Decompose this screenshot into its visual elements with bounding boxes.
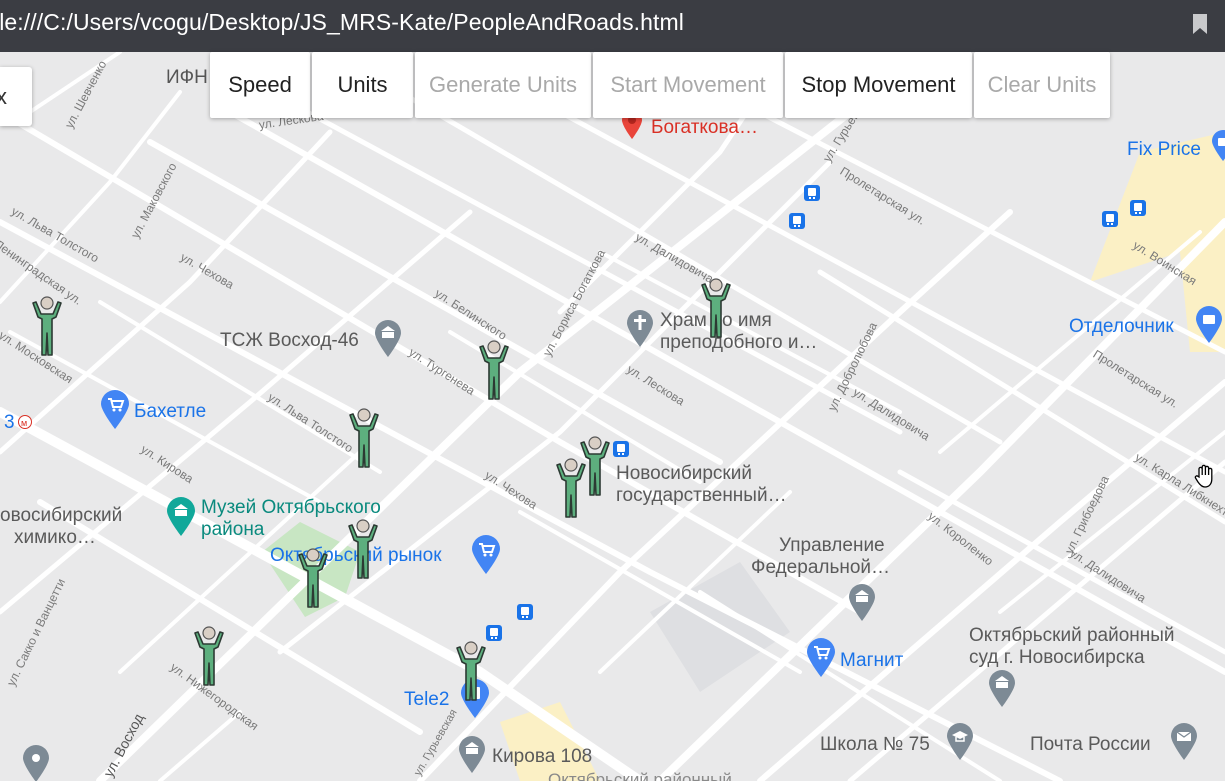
- speed-button[interactable]: Speed: [210, 52, 310, 118]
- shopping-cart-icon[interactable]: [471, 535, 501, 580]
- poi-label: Управление: [779, 535, 885, 556]
- building-icon[interactable]: [458, 736, 486, 779]
- metro-number: 3: [4, 412, 15, 433]
- poi-label: Почта России: [1030, 734, 1151, 755]
- metro-icon[interactable]: м: [18, 415, 32, 434]
- poi-label: района: [201, 519, 265, 540]
- bus-stop-icon[interactable]: [789, 213, 805, 234]
- poi-label: ТСЖ Восход-46: [220, 330, 359, 351]
- stop-movement-button[interactable]: Stop Movement: [785, 52, 972, 118]
- poi-label: Федеральной…: [751, 557, 891, 578]
- bus-stop-icon[interactable]: [1130, 200, 1146, 221]
- museum-icon[interactable]: [166, 497, 196, 542]
- poi-label: Октябрьский районный: [548, 770, 732, 781]
- clear-units-button[interactable]: Clear Units: [974, 52, 1110, 118]
- map-canvas[interactable]: ул. Шевченко ул. Лескова ул. Маковского …: [0, 52, 1225, 781]
- poi-label: Отделочник: [1069, 316, 1174, 337]
- start-movement-button[interactable]: Start Movement: [593, 52, 783, 118]
- shopping-cart-icon[interactable]: [806, 638, 836, 683]
- map-control-partial[interactable]: x: [0, 67, 32, 126]
- browser-address-bar[interactable]: ile:///C:/Users/vcogu/Desktop/JS_MRS-Kat…: [0, 0, 1225, 52]
- units-button[interactable]: Units: [312, 52, 413, 118]
- poi-label: государственный…: [616, 485, 787, 506]
- unit-person-icon[interactable]: [346, 518, 380, 580]
- poi-label: Богаткова…: [651, 117, 758, 138]
- unit-person-icon[interactable]: [30, 295, 64, 357]
- location-pin-icon[interactable]: [22, 745, 50, 781]
- generate-units-button-label: Generate Units: [429, 72, 577, 97]
- poi-label: Октябрьский районный: [969, 625, 1175, 646]
- poi-label: суд г. Новосибирска: [969, 647, 1145, 668]
- svg-text:м: м: [21, 418, 27, 428]
- poi-label: овосибирский: [0, 505, 123, 526]
- shopping-bag-icon[interactable]: [1211, 130, 1225, 167]
- start-movement-button-label: Start Movement: [610, 72, 766, 97]
- poi-label: Fix Price: [1127, 139, 1201, 160]
- poi-label: ИФН: [166, 67, 208, 88]
- poi-label: Бахетле: [134, 401, 207, 422]
- church-icon[interactable]: [626, 310, 654, 353]
- unit-person-icon[interactable]: [477, 339, 511, 401]
- bus-stop-icon[interactable]: [1102, 211, 1118, 232]
- bus-stop-icon[interactable]: [804, 185, 820, 206]
- unit-person-icon[interactable]: [347, 407, 381, 469]
- unit-person-icon[interactable]: [296, 547, 330, 609]
- building-icon[interactable]: [848, 584, 876, 627]
- poi-label: Кирова 108: [492, 746, 593, 767]
- bus-stop-icon[interactable]: [613, 441, 629, 462]
- clear-units-button-label: Clear Units: [987, 72, 1097, 97]
- poi-label: Магнит: [840, 650, 904, 671]
- map-control-label: x: [0, 84, 7, 109]
- generate-units-button[interactable]: Generate Units: [415, 52, 591, 118]
- unit-person-icon[interactable]: [554, 457, 588, 519]
- hand-cursor-icon: [1193, 463, 1219, 494]
- poi-label: Новосибирский: [616, 463, 752, 484]
- building-icon[interactable]: [374, 320, 402, 363]
- bus-stop-icon[interactable]: [486, 625, 502, 646]
- url-text[interactable]: ile:///C:/Users/vcogu/Desktop/JS_MRS-Kat…: [0, 9, 684, 36]
- school-icon[interactable]: [946, 723, 974, 766]
- unit-person-icon[interactable]: [192, 625, 226, 687]
- bookmark-icon[interactable]: [1192, 13, 1208, 40]
- unit-person-icon[interactable]: [699, 277, 733, 339]
- shopping-bag-icon[interactable]: [1195, 306, 1223, 349]
- speed-button-label: Speed: [228, 72, 292, 97]
- poi-label: химико…: [14, 527, 96, 548]
- unit-person-icon[interactable]: [454, 640, 488, 702]
- poi-label: Tele2: [404, 689, 450, 710]
- poi-label: Школа № 75: [820, 734, 930, 755]
- units-button-label: Units: [337, 72, 388, 97]
- poi-label: преподобного и…: [660, 332, 818, 353]
- shopping-cart-icon[interactable]: [100, 390, 130, 435]
- poi-label: Музей Октябрьского: [201, 497, 381, 518]
- bus-stop-icon[interactable]: [517, 604, 533, 625]
- mail-icon[interactable]: [1170, 723, 1198, 766]
- stop-movement-button-label: Stop Movement: [801, 72, 956, 97]
- building-icon[interactable]: [988, 670, 1016, 713]
